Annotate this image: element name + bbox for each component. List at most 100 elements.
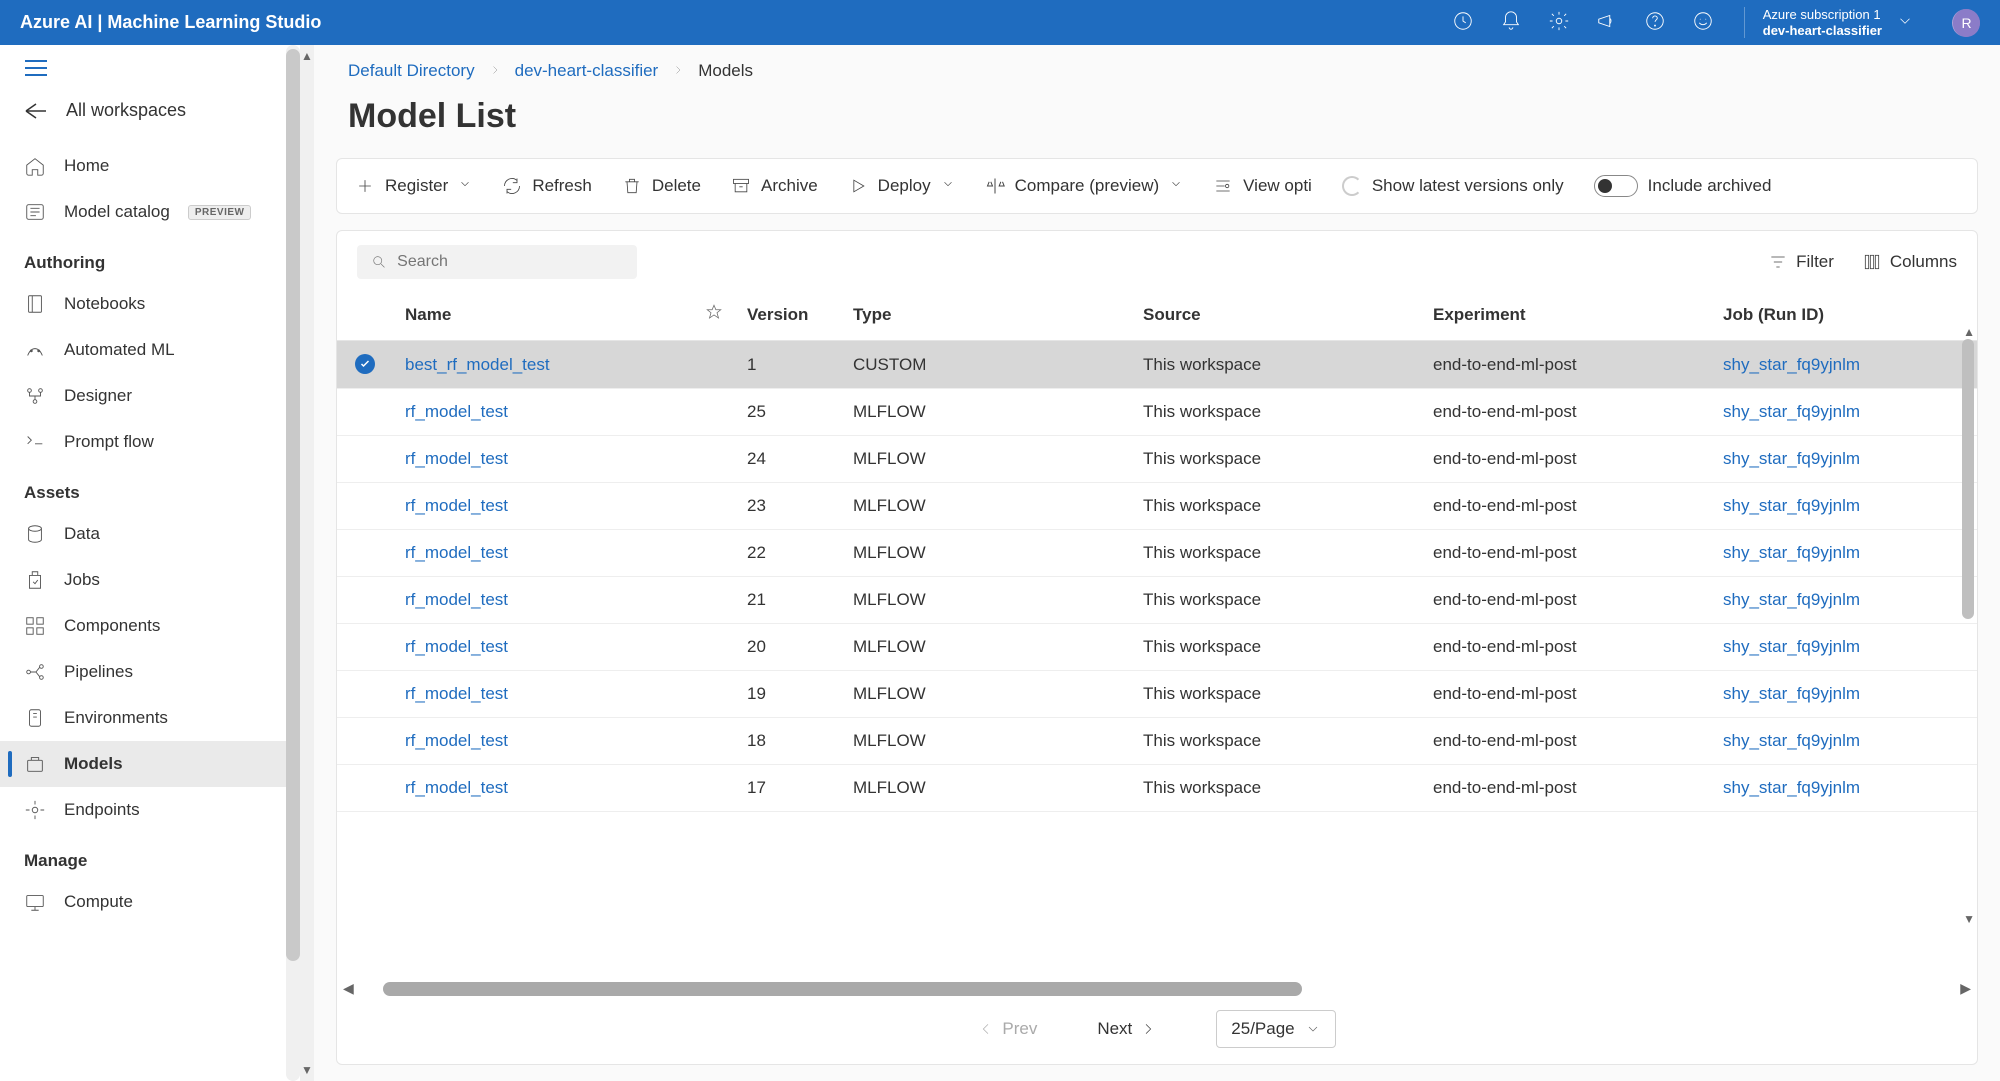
sidebar-item-notebooks[interactable]: Notebooks xyxy=(0,281,300,327)
col-header-type[interactable]: Type xyxy=(841,289,1131,341)
model-name-link[interactable]: rf_model_test xyxy=(405,684,508,703)
sidebar-item-environments[interactable]: Environments xyxy=(0,695,300,741)
archive-button[interactable]: Archive xyxy=(731,176,818,196)
table-row[interactable]: rf_model_test25MLFLOWThis workspaceend-t… xyxy=(337,389,1977,436)
job-link[interactable]: shy_star_fq9yjnlm xyxy=(1723,637,1860,656)
job-link[interactable]: shy_star_fq9yjnlm xyxy=(1723,496,1860,515)
toggle-off-icon xyxy=(1594,175,1638,197)
gear-icon[interactable] xyxy=(1548,10,1570,35)
view-options-button[interactable]: View opti xyxy=(1213,176,1312,196)
model-name-link[interactable]: rf_model_test xyxy=(405,731,508,750)
table-vertical-scrollbar[interactable] xyxy=(1962,339,1974,619)
table-row[interactable]: best_rf_model_test1CUSTOMThis workspacee… xyxy=(337,341,1977,389)
job-link[interactable]: shy_star_fq9yjnlm xyxy=(1723,778,1860,797)
col-header-name[interactable]: Name xyxy=(393,289,693,341)
columns-button[interactable]: Columns xyxy=(1862,252,1957,272)
sidebar-item-components[interactable]: Components xyxy=(0,603,300,649)
table-row[interactable]: rf_model_test22MLFLOWThis workspaceend-t… xyxy=(337,530,1977,577)
sidebar-item-model-catalog[interactable]: Model catalog PREVIEW xyxy=(0,189,300,235)
next-button[interactable]: Next xyxy=(1097,1019,1156,1039)
content: Default Directory dev-heart-classifier M… xyxy=(314,45,2000,1081)
cell-source: This workspace xyxy=(1131,389,1421,436)
bell-icon[interactable] xyxy=(1500,10,1522,35)
feedback-icon[interactable] xyxy=(1692,10,1714,35)
sidebar-item-designer[interactable]: Designer xyxy=(0,373,300,419)
sidebar-item-jobs[interactable]: Jobs xyxy=(0,557,300,603)
all-workspaces-link[interactable]: All workspaces xyxy=(0,86,300,143)
table-scroll-area[interactable]: Name Version Type Source Experiment Job … xyxy=(337,289,1977,982)
model-name-link[interactable]: rf_model_test xyxy=(405,496,508,515)
model-name-link[interactable]: rf_model_test xyxy=(405,778,508,797)
col-header-experiment[interactable]: Experiment xyxy=(1421,289,1711,341)
job-link[interactable]: shy_star_fq9yjnlm xyxy=(1723,449,1860,468)
col-header-favorite[interactable] xyxy=(693,289,735,341)
col-header-job[interactable]: Job (Run ID) xyxy=(1711,289,1977,341)
model-name-link[interactable]: best_rf_model_test xyxy=(405,355,550,374)
sidebar-item-data[interactable]: Data xyxy=(0,511,300,557)
filter-button[interactable]: Filter xyxy=(1768,252,1834,272)
show-latest-toggle[interactable]: Show latest versions only xyxy=(1342,176,1564,196)
breadcrumb-directory[interactable]: Default Directory xyxy=(348,61,475,81)
cell-version: 24 xyxy=(735,436,841,483)
table-row[interactable]: rf_model_test23MLFLOWThis workspaceend-t… xyxy=(337,483,1977,530)
job-link[interactable]: shy_star_fq9yjnlm xyxy=(1723,684,1860,703)
sidebar-item-pipelines[interactable]: Pipelines xyxy=(0,649,300,695)
table-row[interactable]: rf_model_test20MLFLOWThis workspaceend-t… xyxy=(337,624,1977,671)
search-input[interactable] xyxy=(397,253,623,271)
cell-version: 19 xyxy=(735,671,841,718)
clock-icon[interactable] xyxy=(1452,10,1474,35)
view-options-label: View opti xyxy=(1243,176,1312,196)
compare-button[interactable]: Compare (preview) xyxy=(985,176,1184,196)
sidebar-item-compute[interactable]: Compute xyxy=(0,879,300,925)
table-row[interactable]: rf_model_test24MLFLOWThis workspaceend-t… xyxy=(337,436,1977,483)
model-name-link[interactable]: rf_model_test xyxy=(405,402,508,421)
job-link[interactable]: shy_star_fq9yjnlm xyxy=(1723,402,1860,421)
sidebar-item-prompt-flow[interactable]: Prompt flow xyxy=(0,419,300,465)
cell-source: This workspace xyxy=(1131,341,1421,389)
checked-icon[interactable] xyxy=(355,354,375,374)
scroll-down-arrow-icon[interactable]: ▼ xyxy=(1963,912,1975,926)
include-archived-toggle[interactable]: Include archived xyxy=(1594,175,1772,197)
sidebar-scrollbar[interactable] xyxy=(286,45,300,1081)
subscription-selector[interactable]: Azure subscription 1 dev-heart-classifie… xyxy=(1744,7,1914,38)
table-row[interactable]: rf_model_test19MLFLOWThis workspaceend-t… xyxy=(337,671,1977,718)
breadcrumb-sep-icon xyxy=(489,61,501,81)
cell-experiment: end-to-end-ml-post xyxy=(1421,624,1711,671)
model-name-link[interactable]: rf_model_test xyxy=(405,637,508,656)
refresh-button[interactable]: Refresh xyxy=(502,176,592,196)
sidebar-item-models[interactable]: Models xyxy=(0,741,300,787)
table-row[interactable]: rf_model_test21MLFLOWThis workspaceend-t… xyxy=(337,577,1977,624)
table-row[interactable]: rf_model_test17MLFLOWThis workspaceend-t… xyxy=(337,765,1977,812)
help-icon[interactable] xyxy=(1644,10,1666,35)
job-link[interactable]: shy_star_fq9yjnlm xyxy=(1723,590,1860,609)
user-avatar[interactable]: R xyxy=(1952,9,1980,37)
register-button[interactable]: Register xyxy=(355,176,472,196)
sidebar-item-automated-ml[interactable]: Automated ML xyxy=(0,327,300,373)
content-scrollbar[interactable]: ▲ ▼ xyxy=(300,45,314,1081)
model-name-link[interactable]: rf_model_test xyxy=(405,543,508,562)
pipelines-icon xyxy=(24,661,46,683)
sidebar-item-label: Notebooks xyxy=(64,294,145,314)
breadcrumb-workspace[interactable]: dev-heart-classifier xyxy=(515,61,659,81)
job-link[interactable]: shy_star_fq9yjnlm xyxy=(1723,543,1860,562)
scroll-left-arrow-icon[interactable]: ◀ xyxy=(343,980,354,997)
table-row[interactable]: rf_model_test18MLFLOWThis workspaceend-t… xyxy=(337,718,1977,765)
model-name-link[interactable]: rf_model_test xyxy=(405,590,508,609)
sidebar-item-endpoints[interactable]: Endpoints xyxy=(0,787,300,833)
megaphone-icon[interactable] xyxy=(1596,10,1618,35)
cell-source: This workspace xyxy=(1131,483,1421,530)
sidebar-item-home[interactable]: Home xyxy=(0,143,300,189)
model-name-link[interactable]: rf_model_test xyxy=(405,449,508,468)
hamburger-icon[interactable] xyxy=(0,45,300,86)
search-input-wrapper[interactable] xyxy=(357,245,637,279)
scroll-up-arrow-icon[interactable]: ▲ xyxy=(1963,325,1975,339)
deploy-button[interactable]: Deploy xyxy=(848,176,955,196)
job-link[interactable]: shy_star_fq9yjnlm xyxy=(1723,355,1860,374)
page-size-select[interactable]: 25/Page xyxy=(1216,1010,1335,1048)
job-link[interactable]: shy_star_fq9yjnlm xyxy=(1723,731,1860,750)
scroll-right-arrow-icon[interactable]: ▶ xyxy=(1960,980,1971,997)
col-header-source[interactable]: Source xyxy=(1131,289,1421,341)
table-horizontal-scrollbar[interactable]: ◀ ▶ xyxy=(365,982,1949,996)
col-header-version[interactable]: Version xyxy=(735,289,841,341)
delete-button[interactable]: Delete xyxy=(622,176,701,196)
